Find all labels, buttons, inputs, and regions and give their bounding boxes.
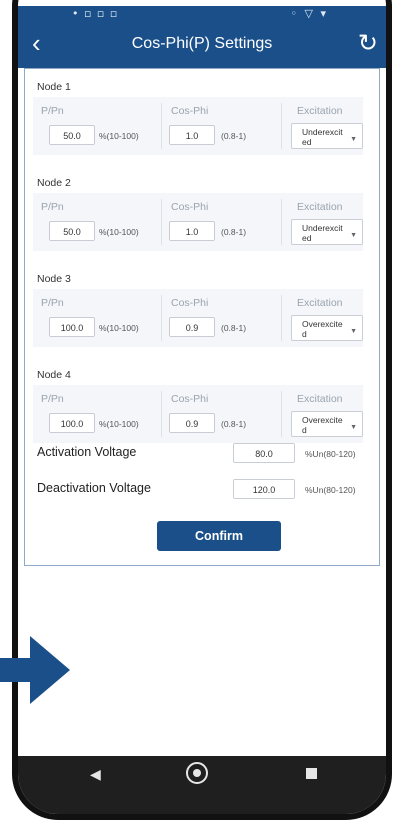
cos-unit: (0.8-1) [221,227,247,237]
col-p-label: P/Pn [41,393,64,405]
col-cos-label: Cos-Phi [171,297,209,309]
nav-recent-icon[interactable] [306,768,317,779]
dropdown-caret-icon: ▼ [350,424,357,431]
col-p-label: P/Pn [41,105,64,117]
col-exc-label: Excitation [297,393,343,405]
col-cos-label: Cos-Phi [171,201,209,213]
p-unit: %(10-100) [99,131,139,141]
node-1-label: Node 1 [37,81,71,93]
divider [161,199,162,245]
page-title: Cos-Phi(P) Settings [131,35,273,52]
node-4-row: P/Pn Cos-Phi Excitation 100.0 %(10-100) … [33,385,363,443]
node-2-label: Node 2 [37,177,71,189]
excitation-select[interactable]: Underexcit ed ▼ [291,123,363,149]
refresh-icon[interactable]: ↻ [358,30,378,56]
node-3-label: Node 3 [37,273,71,285]
dropdown-caret-icon: ▼ [350,136,357,143]
p-input[interactable]: 100.0 [49,413,95,433]
pointer-arrow-icon [0,636,70,704]
divider [161,103,162,149]
nav-back-icon[interactable]: ◀ [90,766,101,783]
p-unit: %(10-100) [99,323,139,333]
cos-input[interactable]: 0.9 [169,317,215,337]
dropdown-caret-icon: ▼ [350,328,357,335]
status-icons-left: • ▫ ▫ ▫ [72,7,119,20]
app-header: ‹ Cos-Phi(P) Settings ↻ [18,22,386,68]
divider [281,391,282,437]
col-exc-label: Excitation [297,201,343,213]
deactivation-voltage-label: Deactivation Voltage [37,481,151,495]
p-unit: %(10-100) [99,419,139,429]
cos-unit: (0.8-1) [221,419,247,429]
cos-input[interactable]: 1.0 [169,125,215,145]
cos-unit: (0.8-1) [221,131,247,141]
cos-input[interactable]: 0.9 [169,413,215,433]
cos-unit: (0.8-1) [221,323,247,333]
deactivation-voltage-input[interactable]: 120.0 [233,479,295,499]
activation-voltage-label: Activation Voltage [37,445,137,459]
excitation-select[interactable]: Underexcit ed ▼ [291,219,363,245]
divider [281,295,282,341]
excitation-select[interactable]: Overexcite d ▼ [291,411,363,437]
dropdown-caret-icon: ▼ [350,232,357,239]
nav-home-icon[interactable] [186,762,208,784]
divider [281,199,282,245]
deactivation-voltage-unit: %Un(80-120) [305,485,356,495]
col-exc-label: Excitation [297,297,343,309]
col-cos-label: Cos-Phi [171,393,209,405]
activation-voltage-unit: %Un(80-120) [305,449,356,459]
node-3-row: P/Pn Cos-Phi Excitation 100.0 %(10-100) … [33,289,363,347]
node-2-row: P/Pn Cos-Phi Excitation 50.0 %(10-100) 1… [33,193,363,251]
excitation-value: Underexcit ed [302,127,343,147]
divider [161,295,162,341]
p-unit: %(10-100) [99,227,139,237]
cos-input[interactable]: 1.0 [169,221,215,241]
status-bar: • ▫ ▫ ▫ ◦ ▽ ▾ [18,6,386,22]
excitation-select[interactable]: Overexcite d ▼ [291,315,363,341]
col-exc-label: Excitation [297,105,343,117]
settings-card: Node 1 P/Pn Cos-Phi Excitation 50.0 %(10… [24,68,380,566]
divider [281,103,282,149]
divider [161,391,162,437]
activation-voltage-input[interactable]: 80.0 [233,443,295,463]
excitation-value: Overexcite d [302,415,343,435]
col-p-label: P/Pn [41,297,64,309]
p-input[interactable]: 50.0 [49,221,95,241]
p-input[interactable]: 50.0 [49,125,95,145]
p-input[interactable]: 100.0 [49,317,95,337]
status-icons-right: ◦ ▽ ▾ [290,7,328,20]
node-1-row: P/Pn Cos-Phi Excitation 50.0 %(10-100) 1… [33,97,363,155]
confirm-button[interactable]: Confirm [157,521,281,551]
col-p-label: P/Pn [41,201,64,213]
node-4-label: Node 4 [37,369,71,381]
excitation-value: Overexcite d [302,319,343,339]
android-nav-bar: ◀ [18,756,386,814]
excitation-value: Underexcit ed [302,223,343,243]
col-cos-label: Cos-Phi [171,105,209,117]
